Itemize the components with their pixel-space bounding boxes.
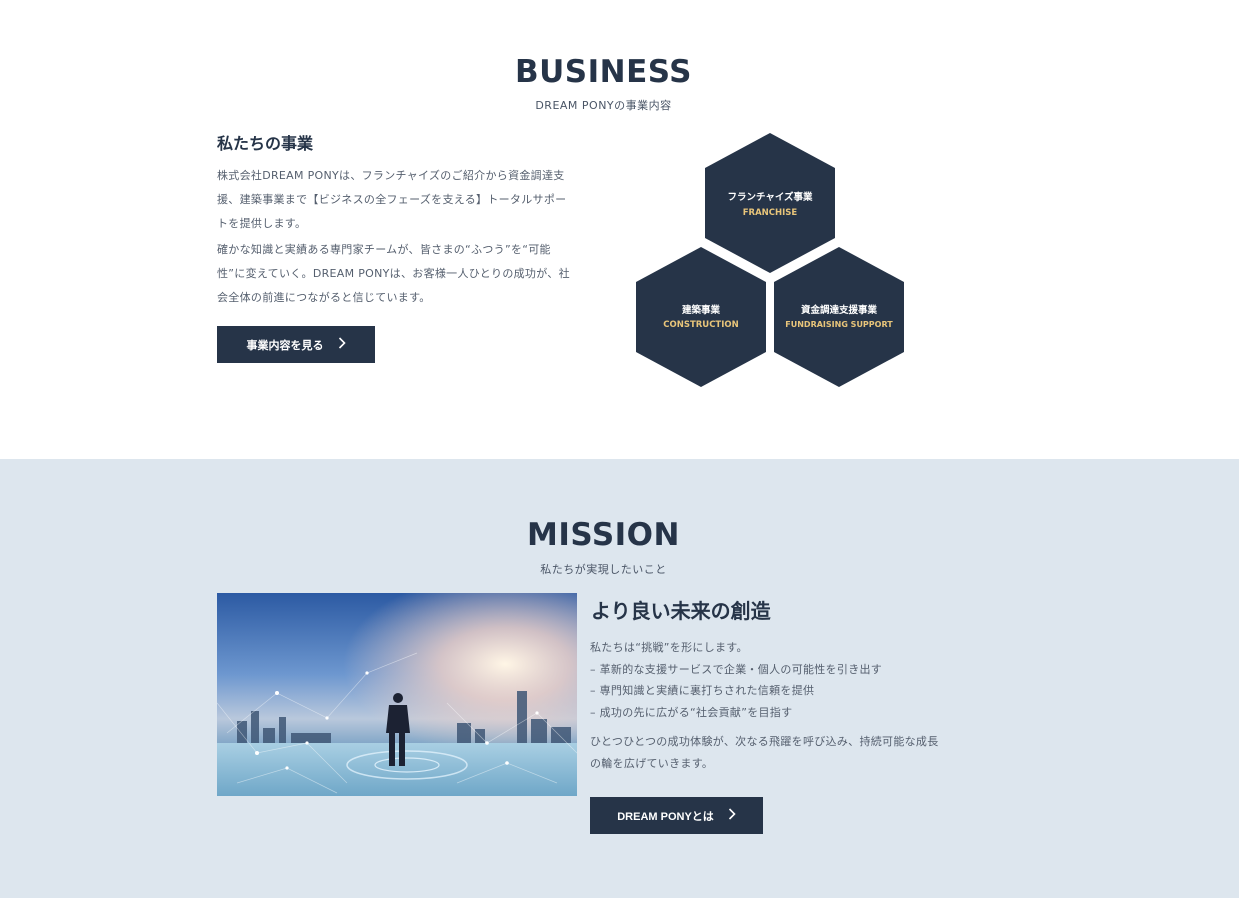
mission-p2-line: ひとつひとつの成功体験が、次なる飛躍を呼び込み、持続可能な成長 bbox=[590, 735, 939, 748]
business-p1-line: トを提供します。 bbox=[217, 217, 307, 230]
chevron-right-icon bbox=[728, 808, 736, 823]
about-dream-pony-button-label: DREAM PONYとは bbox=[617, 810, 714, 823]
mission-p2-line: の輪を広げていきます。 bbox=[590, 757, 714, 770]
hexagon-fundraising[interactable]: 資金調達支援事業 FUNDRAISING SUPPORT bbox=[774, 247, 904, 387]
mission-paragraph-2: ひとつひとつの成功体験が、次なる飛躍を呼び込み、持続可能な成長 の輪を広げていき… bbox=[590, 731, 950, 775]
business-section: BUSINESS DREAM PONYの事業内容 私たちの事業 株式会社DREA… bbox=[0, 0, 1239, 459]
hexagon-fundraising-jp: 資金調達支援事業 bbox=[801, 304, 878, 316]
business-p2-line: 確かな知識と実績ある専門家チームが、皆さまの“ふつう”を“可能 bbox=[217, 243, 551, 256]
hexagon-franchise-jp: フランチャイズ事業 bbox=[727, 191, 813, 203]
business-p2-line: 性”に変えていく。DREAM PONYは、お客様一人ひとりの成功が、社 bbox=[217, 267, 570, 280]
business-hexagon-diagram: フランチャイズ事業 FRANCHISE 建築事業 CONSTRUCTION 資金… bbox=[630, 128, 910, 393]
business-title: BUSINESS bbox=[514, 54, 693, 90]
mission-section: MISSION 私たちが実現したいこと より良い未来の創造 私たちは“挑戦”を形… bbox=[0, 459, 1239, 898]
hexagon-construction-jp: 建築事業 bbox=[681, 304, 721, 316]
mission-line: 私たちは“挑戦”を形にします。 bbox=[590, 641, 748, 654]
business-paragraph-1: 株式会社DREAM PONYは、フランチャイズのご紹介から資金調達支 援、建築事… bbox=[217, 164, 577, 236]
about-dream-pony-button[interactable]: DREAM PONYとは bbox=[590, 797, 763, 834]
chevron-right-icon bbox=[338, 337, 346, 352]
mission-line: – 専門知識と実績に裏打ちされた信頼を提供 bbox=[590, 684, 815, 697]
business-p1-line: 援、建築事業まで【ビジネスの全フェーズを支える】トータルサポー bbox=[217, 193, 567, 206]
business-paragraph-2: 確かな知識と実績ある専門家チームが、皆さまの“ふつう”を“可能 性”に変えていく… bbox=[217, 238, 577, 310]
business-p2-line: 会全体の前進につながると信じています。 bbox=[217, 291, 431, 304]
mission-line: – 成功の先に広がる“社会貢献”を目指す bbox=[590, 705, 793, 719]
hexagon-construction[interactable]: 建築事業 CONSTRUCTION bbox=[636, 247, 766, 387]
business-p1-line: 株式会社DREAM PONYは、フランチャイズのご紹介から資金調達支 bbox=[217, 169, 565, 182]
hexagon-franchise-en: FRANCHISE bbox=[743, 208, 798, 218]
hexagon-construction-en: CONSTRUCTION bbox=[663, 320, 738, 330]
mission-list: 私たちは“挑戦”を形にします。 – 革新的な支援サービスで企業・個人の可能性を引… bbox=[590, 637, 950, 723]
mission-subtitle: 私たちが実現したいこと bbox=[540, 563, 667, 576]
mission-heading: より良い未来の創造 bbox=[591, 599, 771, 623]
business-subtitle: DREAM PONYの事業内容 bbox=[535, 99, 672, 112]
hexagon-franchise[interactable]: フランチャイズ事業 FRANCHISE bbox=[705, 133, 835, 273]
mission-image bbox=[217, 593, 577, 796]
hexagon-fundraising-en: FUNDRAISING SUPPORT bbox=[785, 320, 893, 329]
mission-title: MISSION bbox=[527, 517, 680, 553]
view-business-button[interactable]: 事業内容を見る bbox=[217, 326, 375, 363]
business-heading: 私たちの事業 bbox=[217, 134, 314, 153]
mission-line: – 革新的な支援サービスで企業・個人の可能性を引き出す bbox=[590, 662, 883, 676]
view-business-button-label: 事業内容を見る bbox=[246, 339, 324, 352]
page: BUSINESS DREAM PONYの事業内容 私たちの事業 株式会社DREA… bbox=[0, 0, 1239, 898]
